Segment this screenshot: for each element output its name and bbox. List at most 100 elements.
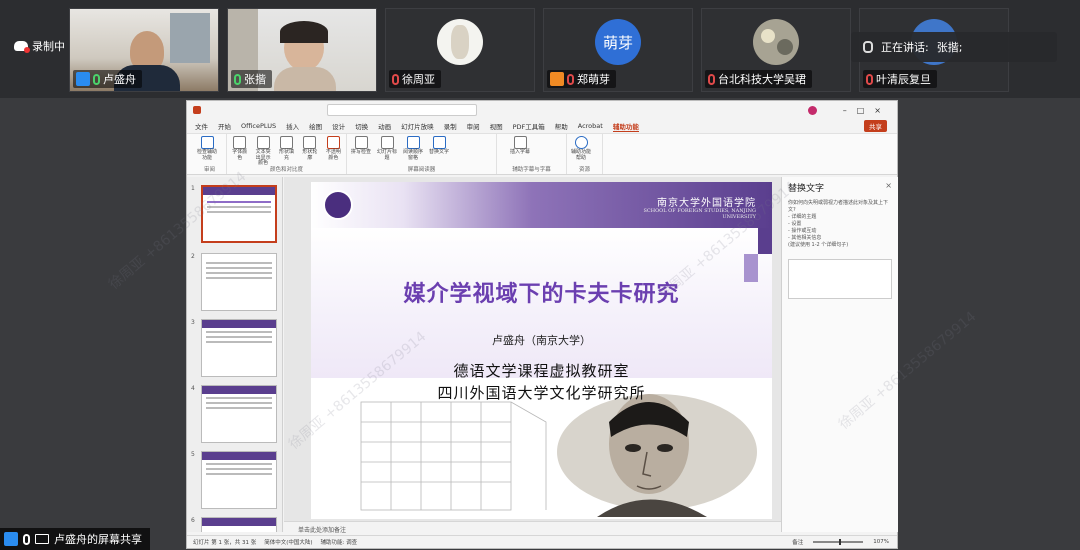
screen-share-icon bbox=[35, 534, 49, 544]
menu-record[interactable]: 录制 bbox=[444, 121, 457, 131]
menu-help[interactable]: 帮助 bbox=[555, 121, 568, 131]
zoom-level[interactable]: 107% bbox=[873, 539, 889, 545]
mic-muted-icon bbox=[567, 73, 574, 85]
slide-thumbnail[interactable] bbox=[201, 253, 277, 311]
participant-tile[interactable]: 台北科技大学吴珺 bbox=[701, 8, 851, 92]
user-avatar bbox=[807, 105, 817, 115]
ppt-user[interactable] bbox=[807, 105, 817, 115]
menu-design[interactable]: 设计 bbox=[332, 121, 345, 131]
thumb-header bbox=[202, 386, 276, 394]
slide-title: 媒介学视域下的卡夫卡研究 bbox=[403, 282, 680, 307]
thumb-line bbox=[206, 468, 272, 470]
traffic-light-icon bbox=[326, 136, 340, 149]
thumb-header bbox=[203, 187, 275, 195]
menu-slideshow[interactable]: 幻灯片放映 bbox=[401, 121, 434, 131]
notes-toggle[interactable]: 备注 bbox=[792, 538, 803, 546]
accessibility-status[interactable]: 辅助功能: 调查 bbox=[321, 538, 358, 546]
participant-label: 张揩 bbox=[231, 70, 272, 88]
shared-screen-powerpoint: –□× 文件 开始 OfficePLUS 插入 绘图 设计 切换 动画 幻灯片放… bbox=[186, 100, 898, 549]
menu-animations[interactable]: 动画 bbox=[378, 121, 391, 131]
ppt-ribbon: 检查辅助功能 审阅 字体颜色 文本突出显示颜色 形状填充 形状轮廓 不透明颜色 … bbox=[187, 133, 897, 175]
participant-avatar bbox=[753, 19, 799, 65]
slide-number: 3 bbox=[191, 319, 195, 326]
speaker-mic-icon bbox=[863, 41, 873, 53]
participant-avatar bbox=[437, 19, 483, 65]
thumb-header bbox=[202, 518, 276, 526]
share-button[interactable]: 共享 bbox=[864, 120, 887, 132]
ppt-menubar: 文件 开始 OfficePLUS 插入 绘图 设计 切换 动画 幻灯片放映 录制… bbox=[187, 119, 897, 133]
slide-title-icon bbox=[380, 136, 394, 149]
font-color-icon bbox=[233, 136, 247, 149]
mic-icon bbox=[234, 73, 241, 85]
reading-order-icon bbox=[406, 136, 420, 149]
participant-tile[interactable]: 卢盛舟 bbox=[69, 8, 219, 92]
ppt-search-box[interactable] bbox=[327, 104, 477, 116]
slide-thumbnail[interactable] bbox=[201, 517, 277, 532]
participant-tile[interactable]: 张揩 bbox=[227, 8, 377, 92]
ppt-titlebar: –□× bbox=[187, 101, 897, 119]
participant-label: 郑萌芽 bbox=[547, 70, 616, 88]
thumb-line bbox=[206, 331, 272, 333]
slide-number: 5 bbox=[191, 451, 195, 458]
menu-officeplus[interactable]: OfficePLUS bbox=[241, 122, 276, 130]
alt-text-input[interactable] bbox=[788, 259, 892, 299]
spell-check-icon bbox=[354, 136, 368, 149]
thumb-line bbox=[206, 336, 272, 338]
menu-accessibility[interactable]: 辅助功能 bbox=[612, 121, 639, 132]
screen-share-label: 卢盛舟的屏幕共享 bbox=[0, 528, 150, 550]
mic-icon bbox=[93, 73, 100, 85]
menu-pdf-tools[interactable]: PDF工具箱 bbox=[513, 121, 545, 131]
language-status[interactable]: 简体中文(中国大陆) bbox=[264, 538, 312, 546]
notes-placeholder[interactable]: 单击此处添加备注 bbox=[284, 521, 781, 535]
participant-name: 张揩 bbox=[244, 73, 266, 86]
slide-count: 幻灯片 第 1 张，共 31 张 bbox=[193, 540, 257, 546]
thumb-line bbox=[206, 463, 272, 465]
speaking-name: 张揩; bbox=[936, 41, 963, 54]
zoom-slider[interactable] bbox=[813, 539, 864, 545]
thumb-line bbox=[207, 211, 271, 213]
slide-thumbnail-pane: 1 2 3 4 5 6 bbox=[187, 177, 283, 532]
slide-thumbnail[interactable] bbox=[201, 319, 277, 377]
ppt-statusbar: 幻灯片 第 1 张，共 31 张 简体中文(中国大陆) 辅助功能: 调查 备注 … bbox=[187, 535, 897, 548]
menu-transitions[interactable]: 切换 bbox=[355, 121, 368, 131]
menu-draw[interactable]: 绘图 bbox=[309, 121, 322, 131]
shape-outline-icon bbox=[303, 136, 317, 149]
thumb-line bbox=[206, 341, 272, 343]
menu-insert[interactable]: 插入 bbox=[286, 121, 299, 131]
menu-view[interactable]: 视图 bbox=[490, 121, 503, 131]
participant-name: 叶清辰复旦 bbox=[876, 73, 931, 86]
menu-file[interactable]: 文件 bbox=[195, 121, 208, 131]
menu-home[interactable]: 开始 bbox=[218, 121, 231, 131]
slide-thumbnail[interactable] bbox=[201, 385, 277, 443]
shape-fill-icon bbox=[280, 136, 294, 149]
thumb-line bbox=[206, 473, 272, 475]
menu-review[interactable]: 审阅 bbox=[467, 121, 480, 131]
participant-tile[interactable]: 徐周亚 bbox=[385, 8, 535, 92]
thumb-line bbox=[206, 397, 272, 399]
current-slide[interactable]: 南京大学外国语学院 SCHOOL OF FOREIGN STUDIES, NAN… bbox=[311, 182, 772, 519]
participant-name: 台北科技大学吴珺 bbox=[718, 73, 806, 86]
participant-label: 徐周亚 bbox=[389, 70, 441, 88]
school-name-cn: 南京大学外国语学院 bbox=[657, 198, 756, 209]
participant-name: 郑萌芽 bbox=[577, 73, 610, 86]
slide-thumbnail[interactable] bbox=[201, 185, 277, 243]
slide-thumbnail[interactable] bbox=[201, 451, 277, 509]
participant-name: 卢盛舟 bbox=[103, 73, 136, 86]
slide-author: 卢盛舟（南京大学） bbox=[492, 334, 591, 347]
recording-indicator[interactable]: 录制中 bbox=[14, 38, 65, 54]
alt-text-pane: 替换文字 × 你如何向失明或弱视力者描述此对象及其上下文? - 详细的主题 - … bbox=[781, 177, 898, 532]
ribbon-group-resources: 辅助功能帮助 资源 bbox=[567, 134, 603, 174]
powerpoint-logo-icon bbox=[193, 106, 201, 114]
alt-text-pane-header: 替换文字 × bbox=[788, 181, 892, 194]
participant-label: 台北科技大学吴珺 bbox=[705, 70, 812, 88]
close-icon[interactable]: × bbox=[885, 181, 892, 194]
participant-avatar: 萌芽 bbox=[595, 19, 641, 65]
ribbon-group-captions: 插入字幕 辅助字幕与字幕 bbox=[497, 134, 567, 174]
host-icon bbox=[76, 72, 90, 86]
slide-number: 1 bbox=[191, 185, 195, 192]
window-controls[interactable]: –□× bbox=[843, 106, 891, 115]
menu-acrobat[interactable]: Acrobat bbox=[578, 122, 603, 130]
participant-tile[interactable]: 萌芽 郑萌芽 bbox=[543, 8, 693, 92]
participant-strip: 录制中 卢盛舟 张揩 徐周亚 萌芽 郑萌芽 台北科技大学吴珺 叶清辰复旦 正在讲… bbox=[0, 0, 1080, 98]
cloud-record-icon bbox=[14, 41, 30, 53]
